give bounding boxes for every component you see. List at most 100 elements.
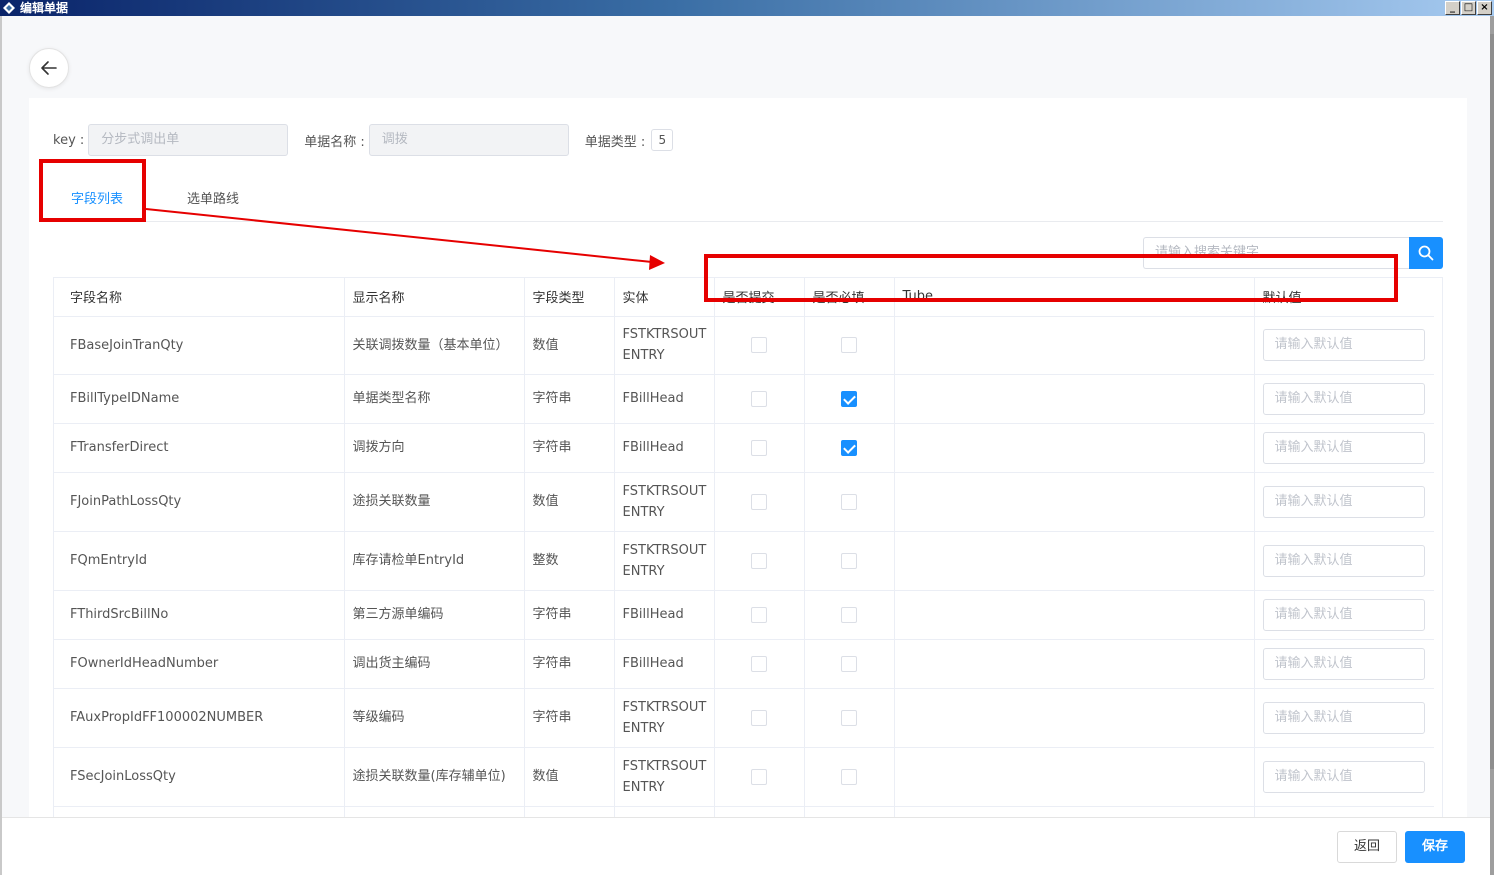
cell-submit [714,531,805,591]
cell-entity: FBillHead [614,423,715,473]
cell-field-name: FJoinPathLossQty [54,472,345,532]
cell-display-name: 调拨方向 [344,423,525,473]
main-panel: key : 分步式调出单 单据名称 : 调拨 单据类型 : 5 字段列表 选单路… [29,98,1467,833]
cell-submit [714,688,805,748]
submit-checkbox[interactable] [751,439,767,456]
cell-default-value: 请输入默认值 [1254,472,1434,532]
cell-field-name: FThirdSrcBillNo [54,590,345,640]
required-checkbox[interactable] [841,768,857,785]
tab-bar: 字段列表 选单路线 [53,188,1443,222]
cell-field-type: 数值 [524,472,615,532]
cell-field-type: 数值 [524,747,615,807]
cell-entity: FSTKTRSOUT ENTRY [614,531,715,591]
cell-required [804,423,895,473]
table-row: FBaseJoinTranQty 关联调拨数量（基本单位） 数值 FSTKTRSOUT… [54,316,1434,375]
required-checkbox[interactable] [841,337,857,353]
default-value-input[interactable]: 请输入默认值 [1262,485,1425,518]
maximize-button[interactable]: □ [1461,1,1476,15]
cell-tube [894,423,1255,473]
table-row: FJoinPathLossQty 途损关联数量 数值 FSTKTRSOUT ENTRY… [54,472,1434,532]
save-button[interactable]: 保存 [1405,831,1465,863]
cell-field-type: 字符串 [524,590,615,640]
key-label: key : [53,132,85,148]
cell-submit [714,374,805,424]
required-checkbox[interactable] [841,439,857,456]
cell-display-name: 关联调拨数量（基本单位） [344,316,525,375]
required-checkbox[interactable] [841,655,857,672]
default-value-input[interactable]: 请输入默认值 [1262,382,1425,415]
table-row: FSecJoinLossQty 途损关联数量(库存辅单位) 数值 FSTKTRSOUT… [54,747,1434,807]
cell-field-name: FBillTypeIDName [54,374,345,424]
default-value-input[interactable]: 请输入默认值 [1262,431,1425,464]
cell-required [804,316,895,375]
cell-tube [894,639,1255,689]
submit-checkbox[interactable] [751,493,767,510]
cell-display-name: 等级编码 [344,688,525,748]
cell-submit [714,423,805,473]
default-value-input[interactable]: 请输入默认值 [1262,329,1425,361]
cell-tube [894,531,1255,591]
default-value-input[interactable]: 请输入默认值 [1262,544,1425,577]
default-value-input[interactable]: 请输入默认值 [1262,701,1425,734]
submit-checkbox[interactable] [751,709,767,726]
submit-checkbox[interactable] [751,552,767,569]
footer-bar: 返回 保存 [2,817,1490,875]
search-icon [1418,245,1434,261]
default-value-input[interactable]: 请输入默认值 [1262,760,1425,793]
cell-required [804,747,895,807]
cell-field-name: FSecJoinLossQty [54,747,345,807]
cell-field-name: FAuxPropIdFF100002NUMBER [54,688,345,748]
minimize-button[interactable]: _ [1445,1,1460,15]
required-checkbox[interactable] [841,390,857,407]
annotation-box-columns [704,254,1398,302]
default-value-input[interactable]: 请输入默认值 [1262,598,1425,631]
cell-field-type: 字符串 [524,423,615,473]
cell-display-name: 单据类型名称 [344,374,525,424]
submit-checkbox[interactable] [751,606,767,623]
cell-required [804,590,895,640]
cell-default-value: 请输入默认值 [1254,316,1434,375]
required-checkbox[interactable] [841,709,857,726]
table-row: FBillTypeIDName 单据类型名称 字符串 FBillHead 请输入默认值 [54,374,1434,424]
bill-type-value: 5 [651,129,674,151]
cell-display-name: 第三方源单编码 [344,590,525,640]
cell-field-name: FOwnerIdHeadNumber [54,639,345,689]
cell-field-name: FTransferDirect [54,423,345,473]
cell-entity: FSTKTRSOUT ENTRY [614,688,715,748]
cell-tube [894,316,1255,375]
bill-info-row: key : 分步式调出单 单据名称 : 调拨 单据类型 : 5 [53,124,674,156]
close-button[interactable]: × [1477,1,1492,15]
cell-tube [894,374,1255,424]
submit-checkbox[interactable] [751,337,767,353]
required-checkbox[interactable] [841,493,857,510]
submit-checkbox[interactable] [751,768,767,785]
search-button[interactable] [1409,237,1443,269]
submit-checkbox[interactable] [751,390,767,407]
cell-entity: FSTKTRSOUT ENTRY [614,472,715,532]
header-display-name: 显示名称 [344,278,525,317]
cell-field-name: FBaseJoinTranQty [54,316,345,375]
tab-route[interactable]: 选单路线 [187,188,247,222]
cell-required [804,472,895,532]
cell-required [804,531,895,591]
header-entity: 实体 [614,278,715,317]
default-value-input[interactable]: 请输入默认值 [1262,647,1425,680]
cell-field-type: 字符串 [524,374,615,424]
table-row: FQmEntryId 库存请检单EntryId 整数 FSTKTRSOUT ENTRY… [54,531,1434,591]
cell-default-value: 请输入默认值 [1254,374,1434,424]
scrollbar[interactable] [1490,34,1494,769]
app-icon [3,2,15,14]
cell-submit [714,472,805,532]
required-checkbox[interactable] [841,606,857,623]
back-button[interactable] [29,48,69,88]
required-checkbox[interactable] [841,552,857,569]
submit-checkbox[interactable] [751,655,767,672]
cell-field-type: 字符串 [524,688,615,748]
cell-field-type: 整数 [524,531,615,591]
return-button[interactable]: 返回 [1337,831,1397,863]
header-field-type: 字段类型 [524,278,615,317]
cell-entity: FBillHead [614,374,715,424]
bill-type-label: 单据类型 : [584,134,646,150]
cell-submit [714,316,805,375]
cell-tube [894,590,1255,640]
